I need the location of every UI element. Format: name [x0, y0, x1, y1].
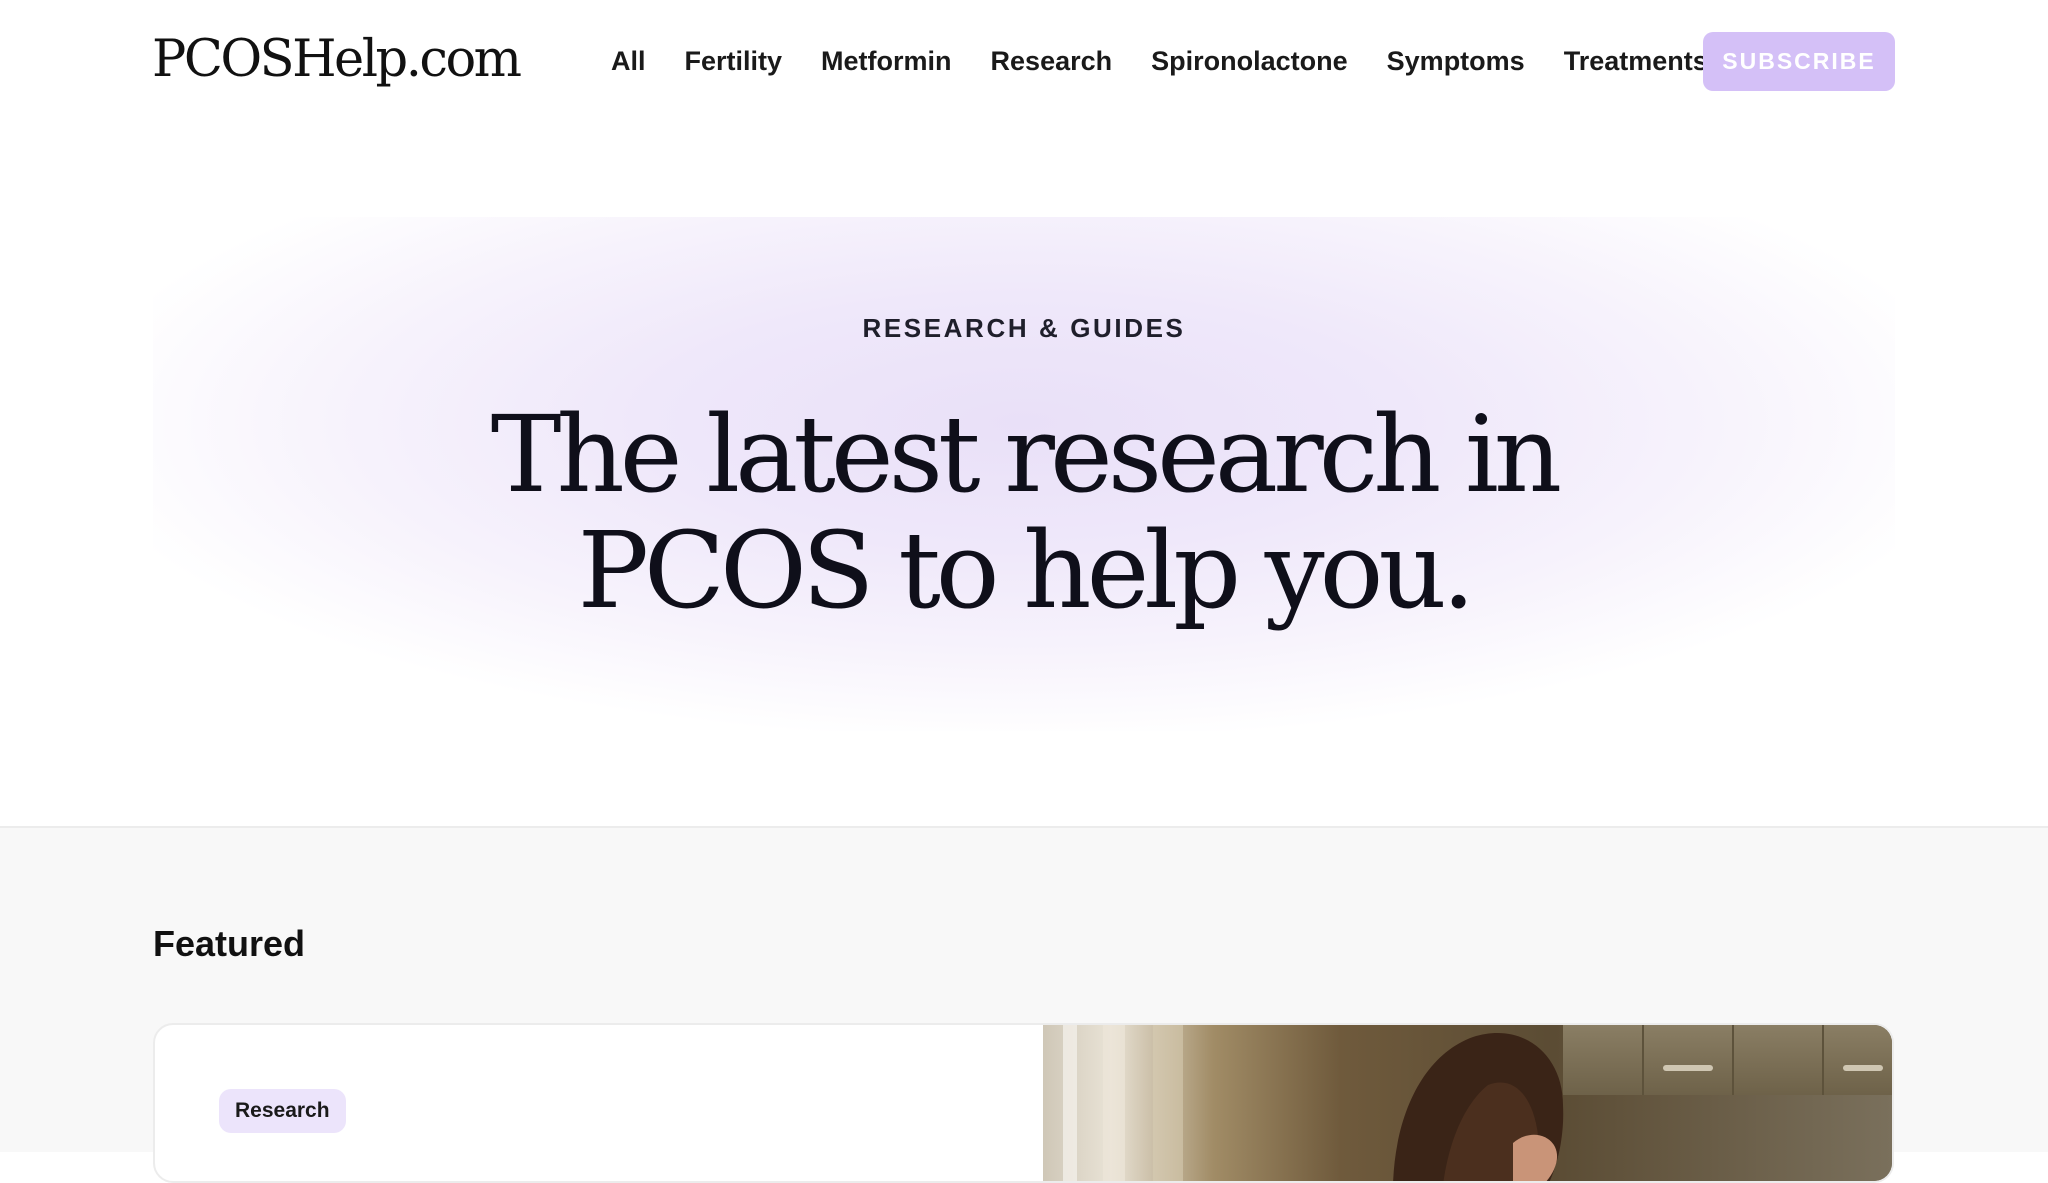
nav-link-metformin[interactable]: Metformin [821, 40, 952, 82]
site-header: PCOSHelp.com All Fertility Metformin Res… [0, 0, 2048, 122]
woman-photo-icon [1043, 1025, 1892, 1181]
hero-title-line-1: The latest research in [490, 393, 1562, 516]
hero-title-line-2: PCOS to help you. [577, 509, 1476, 632]
featured-image[interactable] [1043, 1025, 1892, 1181]
nav-link-symptoms[interactable]: Symptoms [1387, 40, 1525, 82]
hero-eyebrow: RESEARCH & GUIDES [862, 313, 1186, 343]
nav-link-spironolactone[interactable]: Spironolactone [1151, 40, 1348, 82]
hero-banner: RESEARCH & GUIDES The latest research in… [153, 217, 1895, 731]
featured-section: Featured Research [0, 826, 2048, 1183]
hero-title: The latest research in PCOS to help you. [153, 397, 1895, 629]
main-nav: All Fertility Metformin Research Spirono… [611, 40, 1708, 82]
subscribe-button[interactable]: SUBSCRIBE [1703, 32, 1895, 91]
nav-link-all[interactable]: All [611, 40, 646, 82]
nav-link-research[interactable]: Research [991, 40, 1113, 82]
nav-link-fertility[interactable]: Fertility [685, 40, 783, 82]
category-tag[interactable]: Research [219, 1089, 346, 1133]
site-logo[interactable]: PCOSHelp.com [152, 28, 522, 92]
featured-article-card[interactable]: Research [153, 1023, 1894, 1183]
nav-link-treatments[interactable]: Treatments [1564, 40, 1708, 82]
featured-heading: Featured [153, 923, 306, 964]
